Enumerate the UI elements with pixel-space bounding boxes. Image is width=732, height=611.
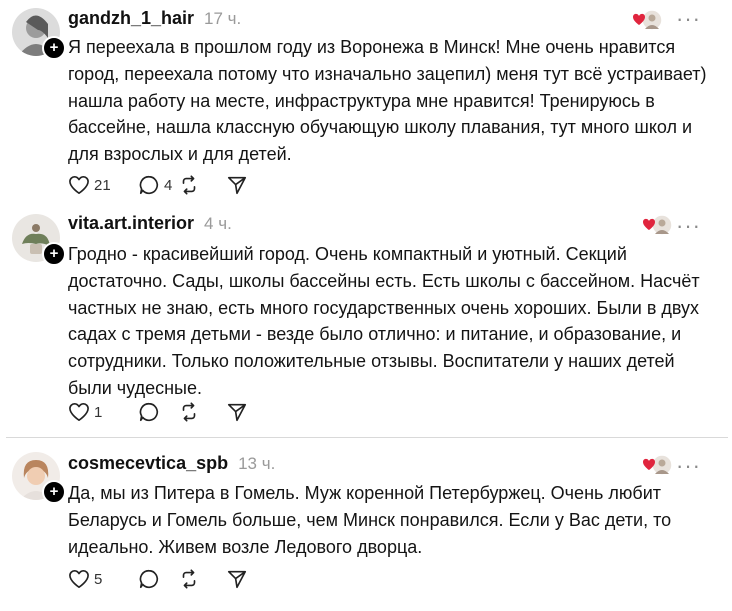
follow-plus-icon[interactable]: + <box>42 242 66 266</box>
divider <box>6 437 728 438</box>
like-button[interactable]: 5 <box>68 567 112 591</box>
follow-plus-icon[interactable]: + <box>42 480 66 504</box>
like-count: 21 <box>94 176 111 194</box>
reply-button[interactable]: 4 <box>138 173 182 197</box>
share-button[interactable] <box>226 567 250 591</box>
comment-header: gandzh_1_hair 17 ч. <box>68 8 241 32</box>
text-line: город, переехала потому что изначально з… <box>68 63 707 84</box>
text-line: нашла работу на месте, инфраструктура мн… <box>68 90 655 111</box>
like-button[interactable]: 21 <box>68 173 112 197</box>
repost-button[interactable] <box>178 567 202 591</box>
text-line: Беларусь и Гомель больше, чем Минск понр… <box>68 509 672 530</box>
follow-plus-icon[interactable]: + <box>42 36 66 60</box>
text-line: частных не знаю, есть много государствен… <box>68 297 700 318</box>
username[interactable]: vita.art.interior <box>68 213 194 234</box>
reactions-icon[interactable] <box>628 9 662 31</box>
action-bar: 21 4 <box>68 173 250 197</box>
share-button[interactable] <box>226 173 250 197</box>
like-count: 1 <box>94 403 103 421</box>
avatar[interactable]: + <box>12 214 66 266</box>
heart-icon <box>69 176 89 194</box>
more-options-icon[interactable]: ··· <box>676 8 701 30</box>
text-line: садах с тремя детьми - везде было отличн… <box>68 324 682 345</box>
send-icon <box>227 570 247 589</box>
repost-icon <box>182 175 196 195</box>
text-line: бассейне, нашла классную обучающую школу… <box>68 117 693 138</box>
repost-icon <box>182 402 196 422</box>
send-icon <box>227 176 247 195</box>
comment-header: vita.art.interior 4 ч. <box>68 213 232 237</box>
reactions-icon[interactable] <box>638 214 672 236</box>
text-line: были чудесные. <box>68 377 202 398</box>
text-line: Гродно - красивейший город. Очень компак… <box>68 244 627 264</box>
reactions-icon[interactable] <box>638 454 672 476</box>
like-button[interactable]: 1 <box>68 400 112 424</box>
timestamp: 17 ч. <box>204 9 242 28</box>
share-button[interactable] <box>226 400 250 424</box>
send-icon <box>227 403 247 422</box>
avatar[interactable]: + <box>12 452 66 504</box>
timestamp: 13 ч. <box>238 454 276 473</box>
comment-icon <box>139 402 158 422</box>
avatar[interactable]: + <box>12 8 66 60</box>
heart-icon <box>69 403 89 421</box>
comment-text: Да, мы из Питера в Гомель. Муж коренной … <box>68 480 708 560</box>
text-line: идеально. Живем возле Ледового дворца. <box>68 536 423 557</box>
like-count: 5 <box>94 570 103 588</box>
more-options-icon[interactable]: ··· <box>676 455 701 477</box>
comment-header: cosmecevtica_spb 13 ч. <box>68 453 275 477</box>
action-bar: 5 <box>68 567 250 591</box>
text-line: сотрудники. Только положительные отзывы.… <box>68 351 675 372</box>
repost-button[interactable] <box>178 400 202 424</box>
heart-icon <box>69 570 89 588</box>
text-line: достаточно. Сады, школы бассейны есть. Е… <box>68 270 700 291</box>
comment-icon <box>139 175 158 195</box>
reply-button[interactable] <box>138 400 182 424</box>
reply-count: 4 <box>164 176 173 194</box>
comment-icon <box>139 569 158 589</box>
repost-button[interactable] <box>178 173 202 197</box>
text-line: Я переехала в прошлом году из Воронежа в… <box>68 37 676 57</box>
action-bar: 1 <box>68 400 250 424</box>
text-line: для взрослых и для детей. <box>68 144 292 165</box>
more-options-icon[interactable]: ··· <box>676 215 701 237</box>
text-line: Да, мы из Питера в Гомель. Муж коренной … <box>68 483 661 503</box>
comment-text: Я переехала в прошлом году из Воронежа в… <box>68 34 708 168</box>
comment-text: Гродно - красивейший город. Очень компак… <box>68 241 708 402</box>
username[interactable]: gandzh_1_hair <box>68 8 194 29</box>
reply-button[interactable] <box>138 567 182 591</box>
repost-icon <box>182 569 196 589</box>
username[interactable]: cosmecevtica_spb <box>68 453 228 474</box>
timestamp: 4 ч. <box>204 214 232 233</box>
